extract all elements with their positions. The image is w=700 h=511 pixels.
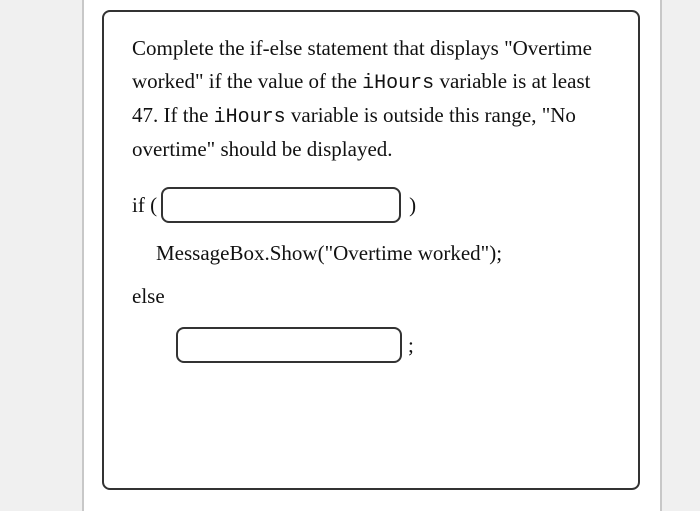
variable-ihours-2: iHours	[214, 106, 286, 129]
if-close-paren: )	[409, 193, 416, 218]
variable-ihours-1: iHours	[362, 72, 434, 95]
else-line: else	[132, 284, 610, 309]
if-open-text: if (	[132, 193, 157, 218]
page-frame: Complete the if-else statement that disp…	[82, 0, 662, 511]
messagebox-line: MessageBox.Show("Overtime worked");	[132, 241, 610, 266]
else-keyword: else	[132, 284, 165, 309]
condition-input[interactable]	[161, 187, 401, 223]
question-card: Complete the if-else statement that disp…	[102, 10, 640, 490]
question-text: Complete the if-else statement that disp…	[132, 32, 610, 165]
code-block: if ( ) MessageBox.Show("Overtime worked"…	[132, 187, 610, 363]
else-body-input[interactable]	[176, 327, 402, 363]
semicolon: ;	[408, 333, 414, 358]
if-line: if ( )	[132, 187, 610, 223]
else-body-line: ;	[132, 327, 610, 363]
messagebox-text: MessageBox.Show("Overtime worked");	[156, 241, 502, 266]
